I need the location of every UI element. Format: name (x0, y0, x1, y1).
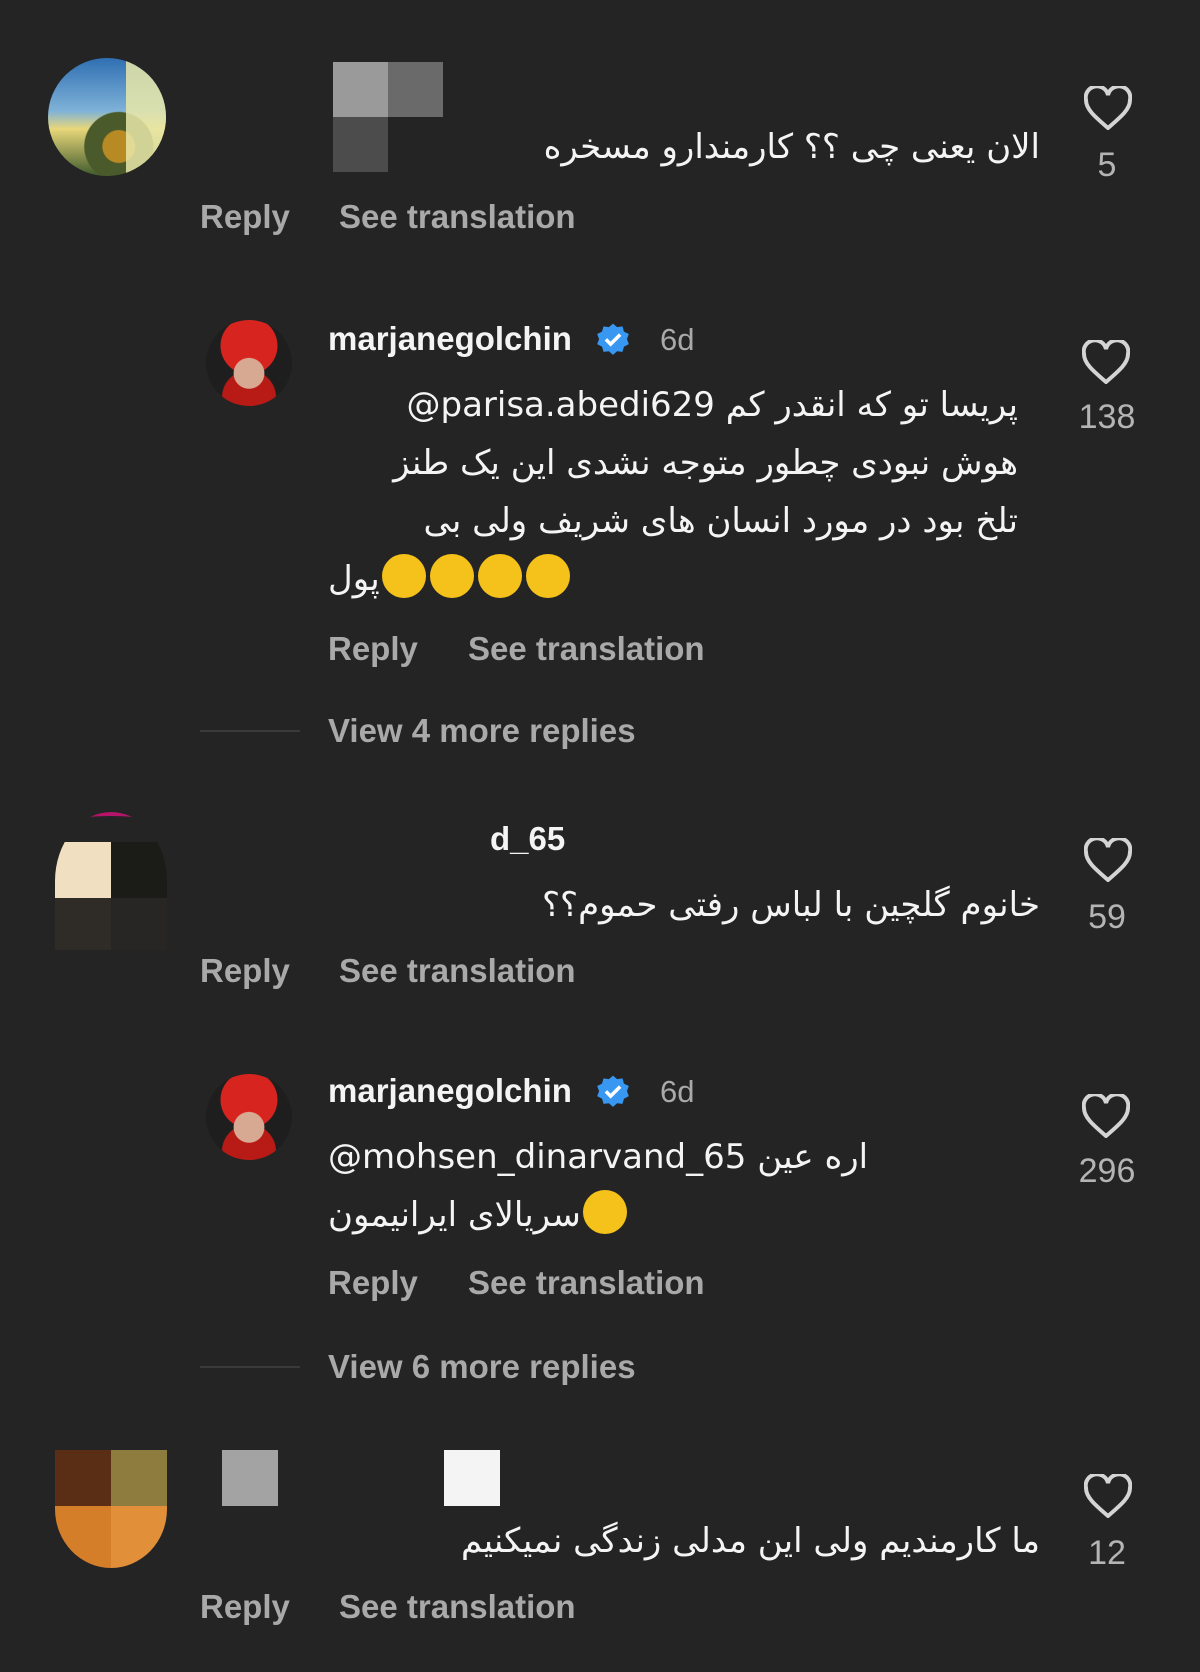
view-more-replies-button[interactable]: View 6 more replies (328, 1348, 636, 1386)
view-more-replies-button[interactable]: View 4 more replies (328, 712, 636, 750)
see-translation-button[interactable]: See translation (468, 1264, 705, 1302)
crying-face-emoji-icon (525, 554, 570, 598)
verified-badge-icon (597, 1075, 629, 1107)
avatar[interactable] (55, 1450, 167, 1568)
comment-line: @parisa.abedi629 پریسا تو که انقدر کم (406, 385, 1018, 425)
crying-face-emoji-icon (381, 554, 426, 598)
reply-button[interactable]: Reply (200, 1588, 290, 1626)
comment-text: الان یعنی چی ؟؟ کارمندارو مسخره (543, 127, 1040, 167)
like-count: 296 (1078, 1152, 1136, 1190)
reply-button[interactable]: Reply (328, 1264, 418, 1302)
see-translation-button[interactable]: See translation (468, 630, 705, 668)
username[interactable]: marjanegolchin (328, 1072, 572, 1110)
comment-line-last: پول (328, 550, 1018, 608)
reply-button[interactable]: Reply (200, 952, 290, 990)
like-count: 138 (1078, 398, 1136, 436)
comment-line: هوش نبودی چطور متوجه نشدی این یک طنز (393, 443, 1018, 483)
heart-outline-icon[interactable] (1084, 1474, 1132, 1518)
pleading-face-emoji-icon (429, 554, 474, 598)
divider (200, 730, 300, 732)
comment-text: ما کارمندیم ولی این مدلی زندگی نمیکنیم (460, 1521, 1040, 1561)
avatar[interactable] (48, 58, 166, 176)
heart-outline-icon[interactable] (1084, 86, 1132, 130)
comment-text: @parisa.abedi629 پریسا تو که انقدر کم هو… (328, 376, 1018, 608)
comment-text: @mohsen_dinarvand_65 اره عین سریالای ایر… (328, 1128, 948, 1244)
like-count: 12 (1088, 1534, 1126, 1572)
avatar[interactable] (206, 320, 292, 406)
username[interactable]: marjanegolchin (328, 320, 572, 358)
see-translation-button[interactable]: See translation (339, 1588, 576, 1626)
timestamp: 6d (660, 322, 695, 357)
pleading-face-emoji-icon (477, 554, 522, 598)
avatar[interactable] (55, 812, 167, 950)
heart-outline-icon[interactable] (1084, 838, 1132, 882)
like-count: 5 (1097, 146, 1117, 184)
like-count: 59 (1088, 898, 1126, 936)
reply-button[interactable]: Reply (328, 630, 418, 668)
heart-outline-icon[interactable] (1082, 340, 1130, 384)
tears-of-joy-emoji-icon (582, 1190, 627, 1234)
username[interactable]: d_65 (490, 820, 565, 858)
verified-badge-icon (597, 323, 629, 355)
comment-text: خانوم گلچین با لباس رفتی حموم؟؟ (542, 885, 1040, 925)
comment-line: تلخ بود در مورد انسان های شریف ولی بی (423, 501, 1019, 541)
timestamp: 6d (660, 1074, 695, 1109)
divider (200, 1366, 300, 1368)
avatar[interactable] (206, 1074, 292, 1160)
comment-line: @mohsen_dinarvand_65 اره عین (328, 1137, 869, 1177)
heart-outline-icon[interactable] (1082, 1094, 1130, 1138)
see-translation-button[interactable]: See translation (339, 198, 576, 236)
see-translation-button[interactable]: See translation (339, 952, 576, 990)
reply-button[interactable]: Reply (200, 198, 290, 236)
comment-line-last: سریالای ایرانیمون (328, 1186, 948, 1244)
